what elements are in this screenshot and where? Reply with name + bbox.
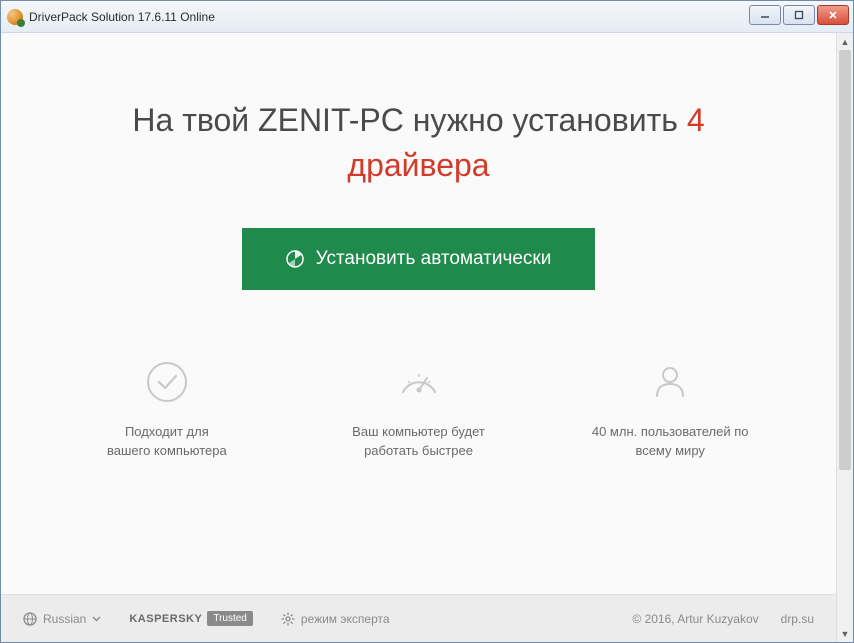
- titlebar[interactable]: DriverPack Solution 17.6.11 Online: [1, 1, 853, 33]
- kaspersky-trusted: KASPERSKY Trusted: [129, 611, 253, 626]
- main-content: На твой ZENIT-PC нужно установить 4 драй…: [1, 33, 836, 642]
- feature-faster: Ваш компьютер будет работать быстрее: [293, 360, 545, 461]
- language-selector[interactable]: Russian: [23, 612, 101, 626]
- feature-users: 40 млн. пользователей по всему миру: [544, 360, 796, 461]
- feature-text: Ваш компьютер будет работать быстрее: [311, 422, 527, 461]
- application-window: DriverPack Solution 17.6.11 Online На тв…: [0, 0, 854, 643]
- scroll-thumb[interactable]: [839, 50, 851, 470]
- chevron-down-icon: [92, 616, 101, 622]
- trusted-badge: Trusted: [207, 611, 253, 626]
- install-auto-button[interactable]: Установить автоматически: [242, 228, 596, 290]
- feature-compatible: Подходит для вашего компьютера: [41, 360, 293, 461]
- vertical-scrollbar[interactable]: ▲ ▼: [836, 33, 853, 642]
- copyright: © 2016, Artur Kuzyakov: [632, 612, 758, 626]
- headline-middle: нужно установить: [404, 102, 687, 138]
- headline-suffix: драйвера: [347, 147, 489, 183]
- client-area: На твой ZENIT-PC нужно установить 4 драй…: [1, 33, 853, 642]
- expert-label: режим эксперта: [301, 612, 390, 626]
- feature-text: Подходит для вашего компьютера: [59, 422, 275, 461]
- gear-icon: [281, 612, 295, 626]
- scroll-up-arrow[interactable]: ▲: [837, 33, 853, 50]
- language-label: Russian: [43, 612, 86, 626]
- scroll-down-arrow[interactable]: ▼: [837, 625, 853, 642]
- install-icon: [286, 250, 304, 268]
- close-button[interactable]: [817, 5, 849, 25]
- expert-mode-link[interactable]: режим эксперта: [281, 612, 390, 626]
- site-link[interactable]: drp.su: [781, 612, 814, 626]
- globe-icon: [23, 612, 37, 626]
- feature-text: 40 млн. пользователей по всему миру: [562, 422, 778, 461]
- gauge-icon: [397, 360, 441, 404]
- minimize-button[interactable]: [749, 5, 781, 25]
- kaspersky-label: KASPERSKY: [129, 613, 202, 625]
- headline-pcname: ZENIT-PC: [258, 102, 404, 138]
- user-icon: [648, 360, 692, 404]
- check-circle-icon: [145, 360, 189, 404]
- headline-prefix: На твой: [132, 102, 258, 138]
- window-controls: [749, 5, 849, 25]
- features-row: Подходит для вашего компьютера: [1, 360, 836, 461]
- headline-count: 4: [687, 102, 705, 138]
- window-title: DriverPack Solution 17.6.11 Online: [29, 10, 215, 24]
- install-label: Установить автоматически: [316, 248, 552, 270]
- app-icon: [7, 9, 23, 25]
- headline: На твой ZENIT-PC нужно установить 4 драй…: [1, 98, 836, 188]
- maximize-button[interactable]: [783, 5, 815, 25]
- footer: Russian KASPERSKY Trusted: [1, 594, 836, 642]
- footer-right: © 2016, Artur Kuzyakov drp.su: [632, 612, 814, 626]
